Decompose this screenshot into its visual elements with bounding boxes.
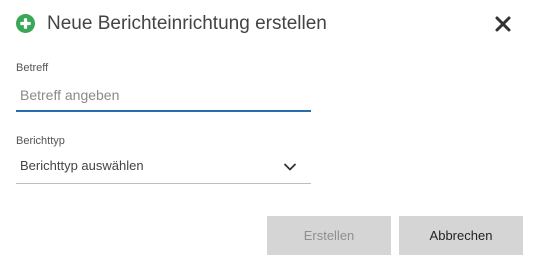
chevron-down-icon — [283, 160, 297, 174]
report-type-selected-value: Berichttyp auswählen — [20, 158, 144, 173]
create-report-setup-dialog: Neue Berichteinrichtung erstellen Betref… — [0, 0, 538, 271]
subject-input[interactable] — [16, 80, 311, 112]
close-icon[interactable] — [492, 13, 514, 35]
subject-label: Betreff — [16, 62, 49, 74]
cancel-button[interactable]: Abbrechen — [399, 216, 523, 255]
dialog-title: Neue Berichteinrichtung erstellen — [47, 13, 327, 34]
report-type-select[interactable]: Berichttyp auswählen — [16, 152, 311, 184]
create-button[interactable]: Erstellen — [267, 216, 391, 255]
plus-circle-icon — [16, 14, 35, 33]
report-type-label: Berichttyp — [16, 135, 65, 147]
